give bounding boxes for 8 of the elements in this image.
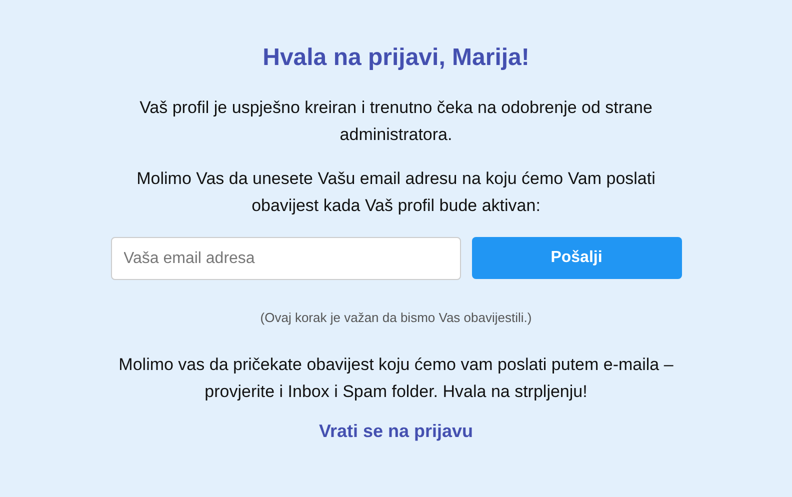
email-field[interactable]: Vaša email adresa [110,237,460,280]
info-text: Molimo vas da pričekate obavijest koju ćemo vam poslati putem e-maila – provjerite i Inbox i Spam folder. Hvala na strpljenju! [118,354,674,403]
back-to-login-link[interactable]: Vrati se na prijavu [318,421,474,442]
page-heading: Hvala na prijavi, Marija! [262,43,530,73]
status-message: Vaš profil je uspješno kreiran i trenutno čeka na odobrenje od strane administratora. [138,97,654,146]
email-prompt: Molimo Vas da unesete Vašu email adresu na koju ćemo Vam poslati obavijest kada Vaš profil bude aktivan: [136,168,656,217]
note-text: (Ovaj korak je važan da bismo Vas obavijestili.) [260,309,532,327]
send-button[interactable]: Pošalji [472,237,682,279]
